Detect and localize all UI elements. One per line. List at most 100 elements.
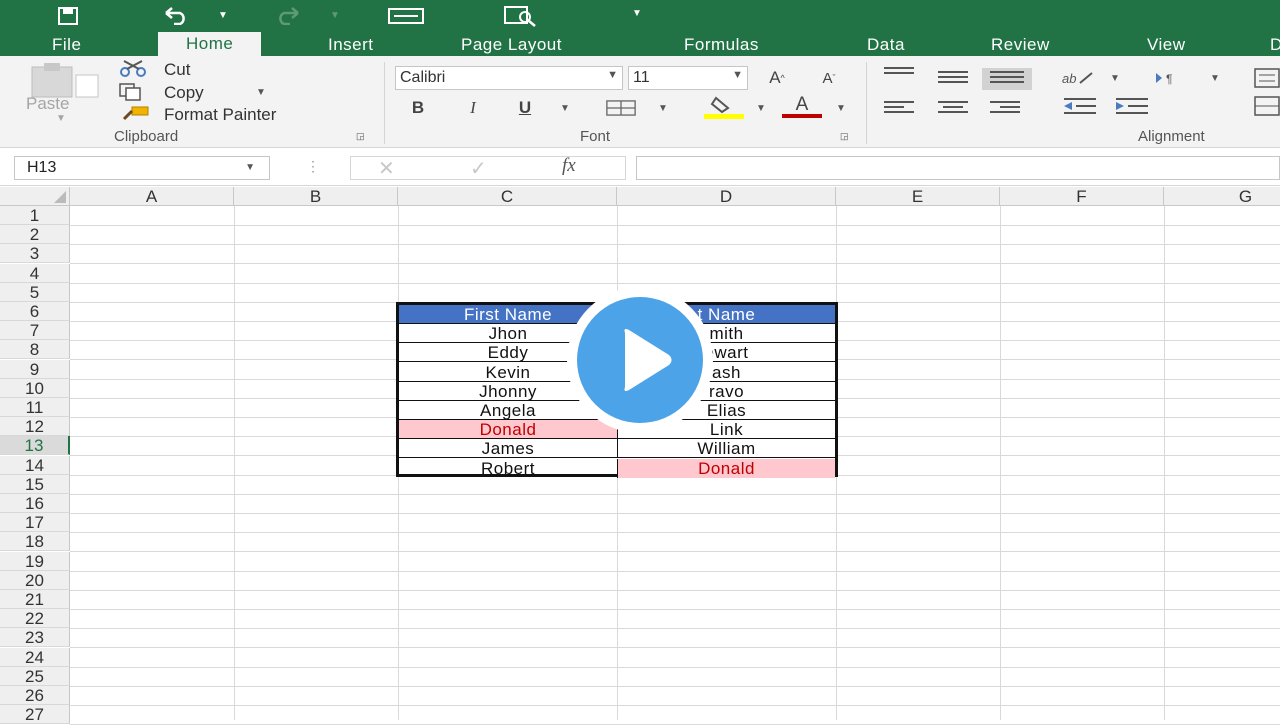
customize-icon[interactable]: ▼ bbox=[632, 8, 642, 19]
redo-dropdown-icon[interactable]: ▼ bbox=[330, 10, 340, 21]
tab-file[interactable]: File bbox=[52, 34, 81, 56]
enter-icon[interactable]: ✓ bbox=[470, 156, 487, 181]
row-header[interactable]: 23 bbox=[0, 628, 70, 648]
tab-formulas[interactable]: Formulas bbox=[684, 34, 759, 56]
align-top-icon[interactable] bbox=[884, 64, 914, 82]
row-header[interactable]: 8 bbox=[0, 340, 70, 360]
align-middle-icon[interactable] bbox=[938, 68, 968, 86]
cut-button[interactable]: Cut bbox=[164, 60, 190, 80]
row-header[interactable]: 6 bbox=[0, 302, 70, 321]
wrap-text-icon[interactable] bbox=[1252, 66, 1280, 90]
font-size-select[interactable]: 11 ▼ bbox=[628, 66, 748, 90]
row-header[interactable]: 13 bbox=[0, 436, 70, 456]
row-header[interactable]: 26 bbox=[0, 686, 70, 705]
fill-color-dropdown-icon[interactable]: ▼ bbox=[756, 103, 766, 114]
tab-data[interactable]: Data bbox=[867, 34, 905, 56]
align-right-icon[interactable] bbox=[990, 98, 1020, 116]
paste-dropdown-icon[interactable]: ▼ bbox=[56, 113, 66, 124]
row-header[interactable]: 25 bbox=[0, 666, 70, 686]
font-launcher-icon[interactable]: ◲ bbox=[840, 131, 849, 142]
formula-input[interactable] bbox=[636, 156, 1280, 180]
form-icon[interactable] bbox=[386, 2, 426, 30]
format-painter-button[interactable]: Format Painter bbox=[164, 105, 276, 125]
grow-font-icon[interactable]: A ^ bbox=[762, 66, 792, 90]
tab-page-layout[interactable]: Page Layout bbox=[461, 34, 562, 56]
row-header[interactable]: 9 bbox=[0, 359, 70, 379]
select-all-corner[interactable] bbox=[0, 187, 70, 206]
row-header[interactable]: 1 bbox=[0, 206, 70, 225]
tab-home[interactable]: Home bbox=[158, 32, 262, 56]
cell-first-name[interactable]: Donald bbox=[399, 420, 618, 440]
row-header[interactable]: 20 bbox=[0, 570, 70, 590]
paragraph-direction-icon[interactable]: ¶ bbox=[1154, 66, 1184, 90]
name-box[interactable]: H13 ▼ bbox=[14, 156, 270, 180]
row-header[interactable]: 10 bbox=[0, 378, 70, 398]
orientation-dropdown-icon[interactable]: ▼ bbox=[1110, 73, 1120, 84]
row-header[interactable]: 27 bbox=[0, 705, 70, 725]
row-header[interactable]: 21 bbox=[0, 590, 70, 609]
row-header[interactable]: 12 bbox=[0, 417, 70, 437]
cell-last-name[interactable]: Donald bbox=[618, 458, 835, 478]
copy-button[interactable]: Copy bbox=[164, 83, 204, 103]
column-header-a[interactable]: A bbox=[70, 187, 234, 206]
drag-handle-icon[interactable]: ⋮ bbox=[306, 158, 320, 175]
paste-button[interactable]: Paste bbox=[26, 94, 69, 114]
column-header-b[interactable]: B bbox=[234, 187, 398, 206]
row-header[interactable]: 18 bbox=[0, 532, 70, 552]
row-header[interactable]: 19 bbox=[0, 551, 70, 571]
merge-center-icon[interactable] bbox=[1252, 94, 1280, 118]
tab-developer[interactable]: D bbox=[1270, 34, 1280, 56]
row-header[interactable]: 4 bbox=[0, 263, 70, 283]
row-header[interactable]: 7 bbox=[0, 321, 70, 341]
borders-icon[interactable] bbox=[606, 96, 636, 120]
font-color-icon[interactable]: A bbox=[782, 94, 822, 120]
column-header-e[interactable]: E bbox=[836, 187, 1000, 206]
borders-dropdown-icon[interactable]: ▼ bbox=[658, 103, 668, 114]
copy-dropdown-icon[interactable]: ▼ bbox=[256, 87, 266, 98]
tab-review[interactable]: Review bbox=[991, 34, 1050, 56]
row-header[interactable]: 16 bbox=[0, 494, 70, 513]
cell-first-name[interactable]: Robert bbox=[399, 458, 618, 478]
row-header[interactable]: 17 bbox=[0, 513, 70, 533]
direction-dropdown-icon[interactable]: ▼ bbox=[1210, 73, 1220, 84]
column-header-c[interactable]: C bbox=[398, 187, 617, 206]
undo-icon[interactable] bbox=[156, 2, 196, 30]
underline-dropdown-icon[interactable]: ▼ bbox=[560, 103, 570, 114]
shrink-font-icon[interactable]: Aˇ bbox=[814, 66, 844, 90]
align-center-icon[interactable] bbox=[938, 98, 968, 116]
row-header[interactable]: 22 bbox=[0, 609, 70, 629]
insert-function-icon[interactable]: fx bbox=[562, 155, 576, 177]
decrease-indent-icon[interactable] bbox=[1060, 94, 1100, 118]
row-header[interactable]: 15 bbox=[0, 474, 70, 494]
play-button[interactable] bbox=[567, 287, 713, 433]
save-icon[interactable] bbox=[50, 2, 86, 30]
row-header[interactable]: 5 bbox=[0, 282, 70, 302]
column-header-d[interactable]: D bbox=[617, 187, 836, 206]
print-preview-icon[interactable] bbox=[500, 2, 540, 30]
row-header[interactable]: 24 bbox=[0, 647, 70, 667]
cell-last-name[interactable]: William bbox=[618, 439, 835, 459]
clipboard-launcher-icon[interactable]: ◲ bbox=[356, 131, 365, 142]
underline-button[interactable]: U bbox=[510, 96, 540, 120]
align-left-icon[interactable] bbox=[884, 98, 914, 116]
bold-button[interactable]: B bbox=[403, 96, 433, 120]
align-bottom-icon[interactable] bbox=[982, 68, 1032, 90]
tab-view[interactable]: View bbox=[1147, 34, 1186, 56]
orientation-icon[interactable]: ab bbox=[1058, 66, 1098, 90]
italic-button[interactable]: I bbox=[458, 96, 488, 120]
increase-indent-icon[interactable] bbox=[1112, 94, 1152, 118]
font-family-select[interactable]: Calibri ▼ bbox=[395, 66, 623, 90]
redo-icon[interactable] bbox=[268, 2, 308, 30]
tab-insert[interactable]: Insert bbox=[328, 34, 374, 56]
fill-color-icon[interactable] bbox=[704, 94, 744, 120]
cancel-icon[interactable]: ✕ bbox=[378, 156, 395, 181]
row-header[interactable]: 11 bbox=[0, 398, 70, 417]
row-header[interactable]: 14 bbox=[0, 455, 70, 475]
font-color-dropdown-icon[interactable]: ▼ bbox=[836, 103, 846, 114]
column-header-g[interactable]: G bbox=[1164, 187, 1280, 206]
cell-first-name[interactable]: James bbox=[399, 439, 618, 459]
row-header[interactable]: 3 bbox=[0, 244, 70, 264]
row-header[interactable]: 2 bbox=[0, 225, 70, 245]
column-header-f[interactable]: F bbox=[1000, 187, 1164, 206]
undo-dropdown-icon[interactable]: ▼ bbox=[218, 10, 228, 21]
